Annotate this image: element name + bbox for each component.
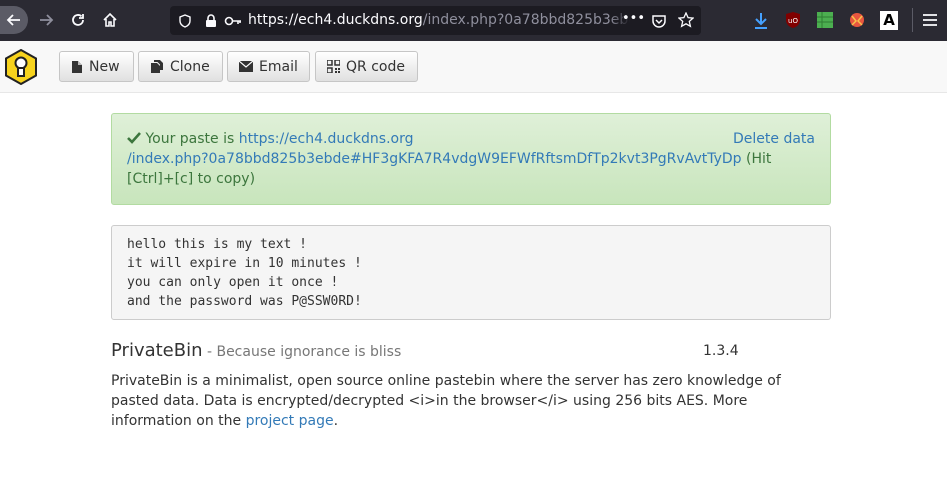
file-icon bbox=[72, 60, 82, 73]
paste-line: you can only open it once ! bbox=[127, 275, 339, 290]
paste-line: hello this is my text ! bbox=[127, 237, 308, 252]
paste-url-link[interactable]: https://ech4.duckdns.org bbox=[239, 131, 414, 147]
svg-text:uO: uO bbox=[788, 17, 798, 25]
email-button-label: Email bbox=[259, 58, 298, 75]
key-icon[interactable] bbox=[224, 14, 242, 28]
new-button[interactable]: New bbox=[59, 51, 134, 82]
shield-icon[interactable] bbox=[178, 14, 192, 28]
font-extension-icon[interactable]: A bbox=[880, 11, 898, 30]
brand-name: PrivateBin bbox=[111, 340, 203, 361]
page-actions-button[interactable]: ••• bbox=[622, 11, 645, 26]
copy-hint: (Hit bbox=[741, 151, 772, 167]
paste-url-link-continued[interactable]: /index.php?0a78bbd825b3ebde#HF3gKFA7R4vd… bbox=[127, 151, 742, 167]
browser-toolbar: https://ech4.duckdns.org/index.php?0a78b… bbox=[0, 0, 947, 41]
clone-button-label: Clone bbox=[170, 58, 210, 75]
ublock-icon[interactable]: uO bbox=[785, 11, 801, 29]
pocket-icon[interactable] bbox=[651, 13, 667, 29]
alert-message: Your paste is https://ech4.duckdns.org /… bbox=[127, 129, 815, 189]
delete-data-link[interactable]: Delete data bbox=[733, 129, 815, 149]
footer-brand: PrivateBin - Because ignorance is bliss bbox=[111, 340, 401, 361]
url-host: https://ech4.duckdns.org bbox=[248, 12, 423, 28]
paste-success-alert: Your paste is https://ech4.duckdns.org /… bbox=[111, 113, 831, 205]
about-period: . bbox=[333, 413, 339, 429]
email-button[interactable]: Email bbox=[227, 51, 310, 82]
reload-icon bbox=[72, 14, 84, 26]
privatebin-logo-icon[interactable] bbox=[4, 49, 38, 85]
new-button-label: New bbox=[89, 58, 120, 75]
url-text: https://ech4.duckdns.org/index.php?0a78b… bbox=[248, 12, 646, 28]
duplicate-icon bbox=[151, 59, 163, 73]
back-button[interactable] bbox=[0, 6, 28, 34]
arrow-left-icon bbox=[6, 14, 20, 26]
forward-button[interactable] bbox=[32, 6, 60, 34]
fox-extension-icon[interactable] bbox=[849, 12, 865, 28]
check-icon bbox=[127, 132, 141, 144]
brand-tagline: - Because ignorance is bliss bbox=[202, 344, 402, 360]
alert-prefix: Your paste is bbox=[145, 131, 239, 147]
qr-code-button-label: QR code bbox=[346, 58, 405, 75]
clone-button[interactable]: Clone bbox=[138, 51, 223, 82]
app-navbar: New Clone Email QR code bbox=[0, 41, 947, 93]
home-icon bbox=[103, 12, 117, 27]
paste-line: and the password was P@SSW0RD! bbox=[127, 294, 362, 309]
toolbar-separator bbox=[912, 8, 913, 32]
url-bar[interactable]: https://ech4.duckdns.org/index.php?0a78b… bbox=[170, 6, 701, 35]
bookmark-star-icon[interactable] bbox=[678, 12, 694, 28]
envelope-icon bbox=[239, 61, 253, 72]
lock-icon[interactable] bbox=[204, 14, 218, 28]
hamburger-menu-icon[interactable] bbox=[922, 13, 938, 27]
paste-line: it will expire in 10 minutes ! bbox=[127, 256, 362, 271]
copy-hint-keys: [Ctrl]+[c] to copy) bbox=[127, 171, 256, 187]
about-text: PrivateBin is a minimalist, open source … bbox=[111, 371, 811, 431]
home-button[interactable] bbox=[96, 6, 124, 34]
reload-button[interactable] bbox=[64, 6, 92, 34]
project-page-link[interactable]: project page bbox=[246, 413, 334, 429]
about-description: PrivateBin is a minimalist, open source … bbox=[111, 373, 781, 429]
qr-code-button[interactable]: QR code bbox=[315, 51, 418, 82]
version-label: 1.3.4 bbox=[703, 343, 739, 359]
arrow-right-icon bbox=[40, 14, 54, 26]
paste-text[interactable]: hello this is my text ! it will expire in… bbox=[111, 225, 831, 320]
green-extension-icon[interactable] bbox=[817, 12, 833, 28]
download-icon[interactable] bbox=[753, 12, 769, 30]
qr-code-icon bbox=[327, 60, 340, 73]
